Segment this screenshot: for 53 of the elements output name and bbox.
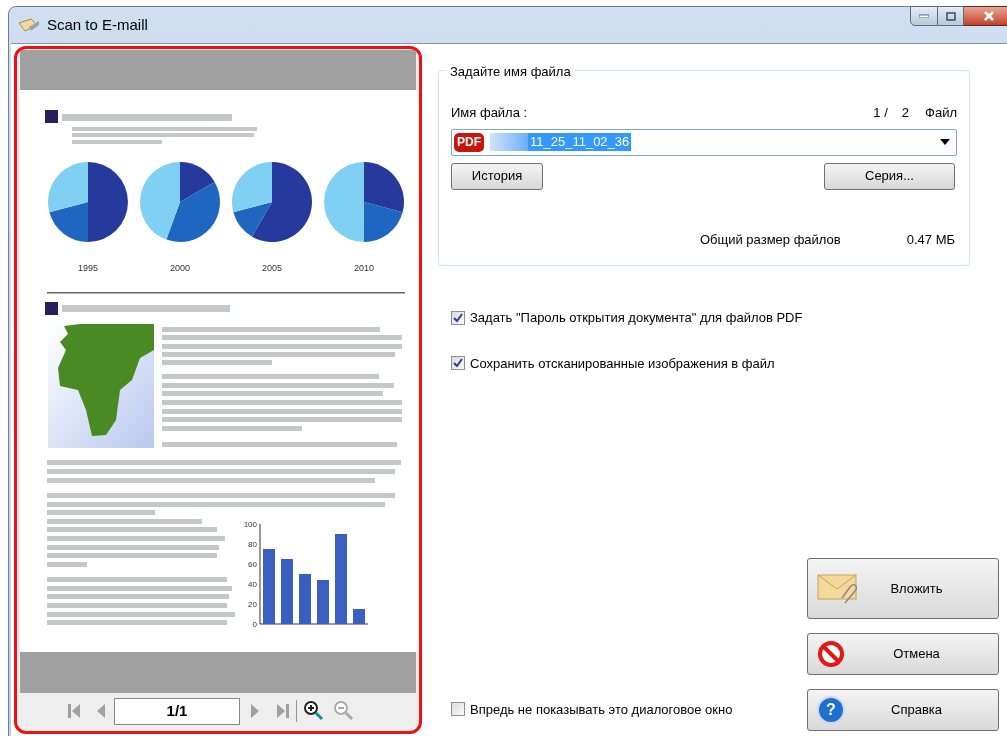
section-marker [45,302,58,315]
chart-bar [281,559,293,624]
chart-bar [299,574,311,624]
help-icon: ? [817,696,845,724]
page-total: 2 [901,104,910,122]
page-counter: 1 / [873,104,888,122]
pie-year-label: 1995 [78,263,98,273]
maximize-icon [945,11,956,21]
checkmark-icon [453,358,463,369]
close-icon [982,11,995,21]
history-button[interactable]: История [451,162,543,190]
checkbox-label[interactable]: Впредь не показывать это диалоговое окно [470,699,733,719]
dropdown-arrow-icon [940,139,950,145]
pie-year-label: 2005 [262,263,282,273]
checkmark-icon [453,312,463,323]
axis-tick-label: 40 [248,579,257,589]
chart-bar [317,580,329,624]
total-size-label: Общий размер файлов [700,230,841,249]
blurred-region [490,133,528,151]
pie-year-label: 2010 [354,263,374,273]
section-marker [45,110,58,123]
prohibition-icon [817,640,845,668]
envelope-paperclip-icon [817,572,859,605]
cancel-button[interactable]: Отмена [807,633,999,675]
attach-button[interactable]: Вложить [807,558,999,619]
window-title: Scan to E-maill [47,14,148,35]
filename-combobox[interactable]: PDF 11_25_11_02_36 [451,128,957,156]
page-number-field[interactable]: 1/1 [114,697,240,725]
minimize-icon [919,14,929,18]
checkbox[interactable] [451,356,465,371]
total-size-value: 0.47 МБ [906,230,955,249]
checkbox-label[interactable]: Задать "Пароль открытия документа" для файлов PDF [470,308,803,328]
chart-bar [353,609,365,624]
zoom-in-icon[interactable] [303,700,325,722]
maximize-button[interactable] [938,6,964,26]
axis-tick-label: 0 [252,619,257,629]
pdf-badge: PDF [454,132,484,152]
checkbox-label[interactable]: Сохранить отсканированные изображения в файл [470,353,775,373]
axis-tick-label: 100 [243,519,257,529]
filename-value: 11_25_11_02_36 [528,133,632,151]
axis-tick-label: 60 [248,559,257,569]
pie-year-label: 2000 [170,263,190,273]
filename-label: Имя файла : [451,104,528,122]
checkbox[interactable] [451,310,465,325]
help-button[interactable]: ? Справка [807,689,999,731]
series-button[interactable]: Серия... [824,162,955,190]
axis-tick-label: 80 [248,539,257,549]
minimize-button[interactable] [910,6,938,26]
zoom-out-icon[interactable] [333,700,355,722]
page-unit: Файл [925,104,957,122]
close-button[interactable] [964,6,1007,26]
checkbox[interactable] [451,702,465,717]
axis-tick-label: 20 [248,599,257,609]
